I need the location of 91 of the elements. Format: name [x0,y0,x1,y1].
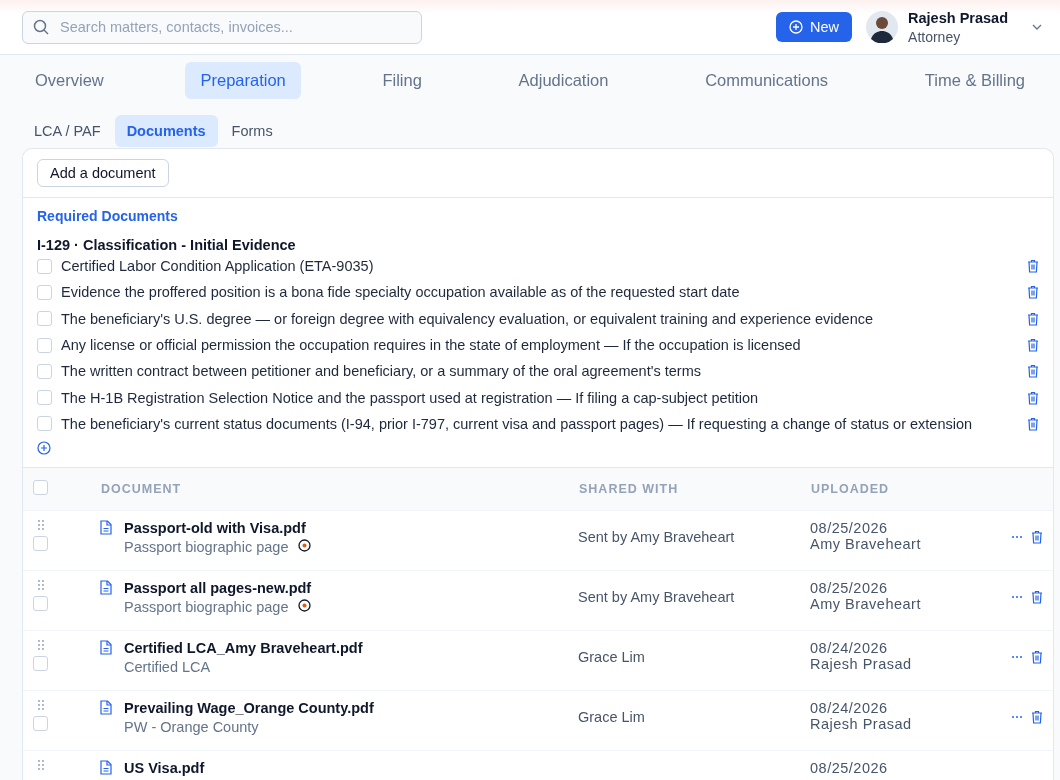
column-header: DOCUMENT [101,482,182,497]
checkbox[interactable] [37,311,52,327]
add-document-button[interactable]: Add a document [37,159,169,187]
checkbox[interactable] [37,390,52,406]
trash-icon[interactable] [1027,364,1039,379]
checkbox[interactable] [33,716,48,732]
add-icon[interactable] [37,441,51,456]
document-name[interactable]: US Visa.pdf [124,760,205,777]
trash-icon[interactable] [1031,710,1043,725]
trash-icon[interactable] [1027,338,1039,353]
checkbox[interactable] [37,416,52,432]
user-name: Rajesh Prasad [908,9,1008,26]
nav-tab[interactable]: Adjudication [503,62,624,99]
trash-icon[interactable] [1027,259,1039,274]
checkbox[interactable] [37,337,52,353]
upload-date: 08/25/2026 [810,760,889,777]
trash-icon[interactable] [1027,416,1039,431]
checkbox[interactable] [33,480,48,496]
new-button[interactable]: New [776,12,853,42]
document-icon [100,580,112,596]
trash-icon[interactable] [1031,530,1043,545]
group-title: I-129 · Classification - Initial Evidence [37,237,297,253]
document-name[interactable]: Prevailing Wage_Orange County.pdf [124,700,374,717]
trash-icon[interactable] [1027,285,1039,300]
shared-with: Sent by Amy Braveheart [578,589,735,606]
upload-date: 08/25/2026 [810,520,889,537]
document-type: PW - Orange County [124,719,259,736]
search-icon [33,19,49,35]
document-name[interactable]: Certified LCA_Amy Braveheart.pdf [124,640,363,657]
shared-with: Grace Lim [578,709,645,726]
checkbox[interactable] [33,536,48,552]
document-icon [100,760,112,776]
uploader-name: Rajesh Prasad [810,656,913,673]
checkbox[interactable] [37,258,52,274]
nav-tab[interactable]: Filing [367,62,437,99]
requirement-label: The H-1B Registration Selection Notice and the passport used at registration — If filing a cap-subject petition [61,389,760,406]
trash-icon[interactable] [1027,390,1039,405]
more-icon[interactable] [1011,655,1023,660]
checkbox[interactable] [33,656,48,672]
drag-handle-icon[interactable] [38,640,44,651]
checkbox[interactable] [37,284,52,300]
more-icon[interactable] [1011,715,1023,720]
document-type: Passport biographic page [124,599,289,616]
document-type: Passport biographic page [124,539,289,556]
requirement-label: Any license or official permission the occupation requires in the state of employment — If the occupation is licensed [61,337,802,354]
requirement-label: Certified Labor Condition Application (ETA-9035) [61,258,375,275]
column-header: UPLOADED [811,482,890,497]
document-icon [100,520,112,536]
nav-tab[interactable]: Time & Billing [909,62,1040,99]
checkbox[interactable] [33,596,48,612]
shared-with: Grace Lim [578,649,645,666]
requirement-label: The written contract between petitioner and beneficiary, or a summary of the oral agreement's terms [61,363,702,380]
drag-handle-icon[interactable] [38,580,44,591]
upload-date: 08/24/2026 [810,640,889,657]
requirement-label: The beneficiary's U.S. degree — or foreign degree with equivalency evaluation, or equivalent training and experience evidence [61,310,875,327]
uploader-name: Amy Braveheart [810,596,922,613]
nav-tab[interactable]: Communications [690,62,844,99]
search-input[interactable]: Search matters, contacts, invoices... [58,18,411,36]
uploader-name: Rajesh Prasad [810,716,913,733]
upload-date: 08/25/2026 [810,580,889,597]
trash-icon[interactable] [1027,311,1039,326]
checkbox[interactable] [37,363,52,379]
column-header: SHARED WITH [579,482,679,497]
chevron-down-icon[interactable] [1032,24,1042,30]
section-heading: Required Documents [37,208,179,224]
upload-date: 08/24/2026 [810,700,889,717]
sub-tab[interactable]: Documents [114,115,218,147]
sub-tab[interactable]: LCA / PAF [22,115,113,147]
plus-circle-icon [789,20,804,34]
trash-icon[interactable] [1031,590,1043,605]
more-icon[interactable] [1011,535,1023,540]
uploader-name: Amy Braveheart [810,536,922,553]
search-field[interactable]: Search matters, contacts, invoices... [22,10,422,44]
nav-tab[interactable]: Overview [20,62,119,99]
document-icon [100,700,112,716]
drag-handle-icon[interactable] [38,520,44,531]
trash-icon[interactable] [1031,650,1043,665]
drag-handle-icon[interactable] [38,700,44,711]
more-icon[interactable] [1011,595,1023,600]
drag-handle-icon[interactable] [38,760,44,771]
user-role: Attorney [908,28,962,45]
document-icon [100,640,112,656]
document-type: Certified LCA [124,659,211,676]
sub-tab[interactable]: Forms [219,115,285,147]
avatar-icon [866,11,899,43]
requirement-label: Evidence the proffered position is a bona fide specialty occupation available as of the requested start date [61,284,741,301]
document-name[interactable]: Passport all pages-new.pdf [124,580,312,597]
nav-tab[interactable]: Preparation [185,62,301,99]
document-name[interactable]: Passport-old with Visa.pdf [124,520,312,537]
shared-with: Sent by Amy Braveheart [578,529,735,546]
requirement-label: The beneficiary's current status documents (I-94, prior I-797, current visa and passport pages) — If requesting a change of status or extension [61,415,974,432]
